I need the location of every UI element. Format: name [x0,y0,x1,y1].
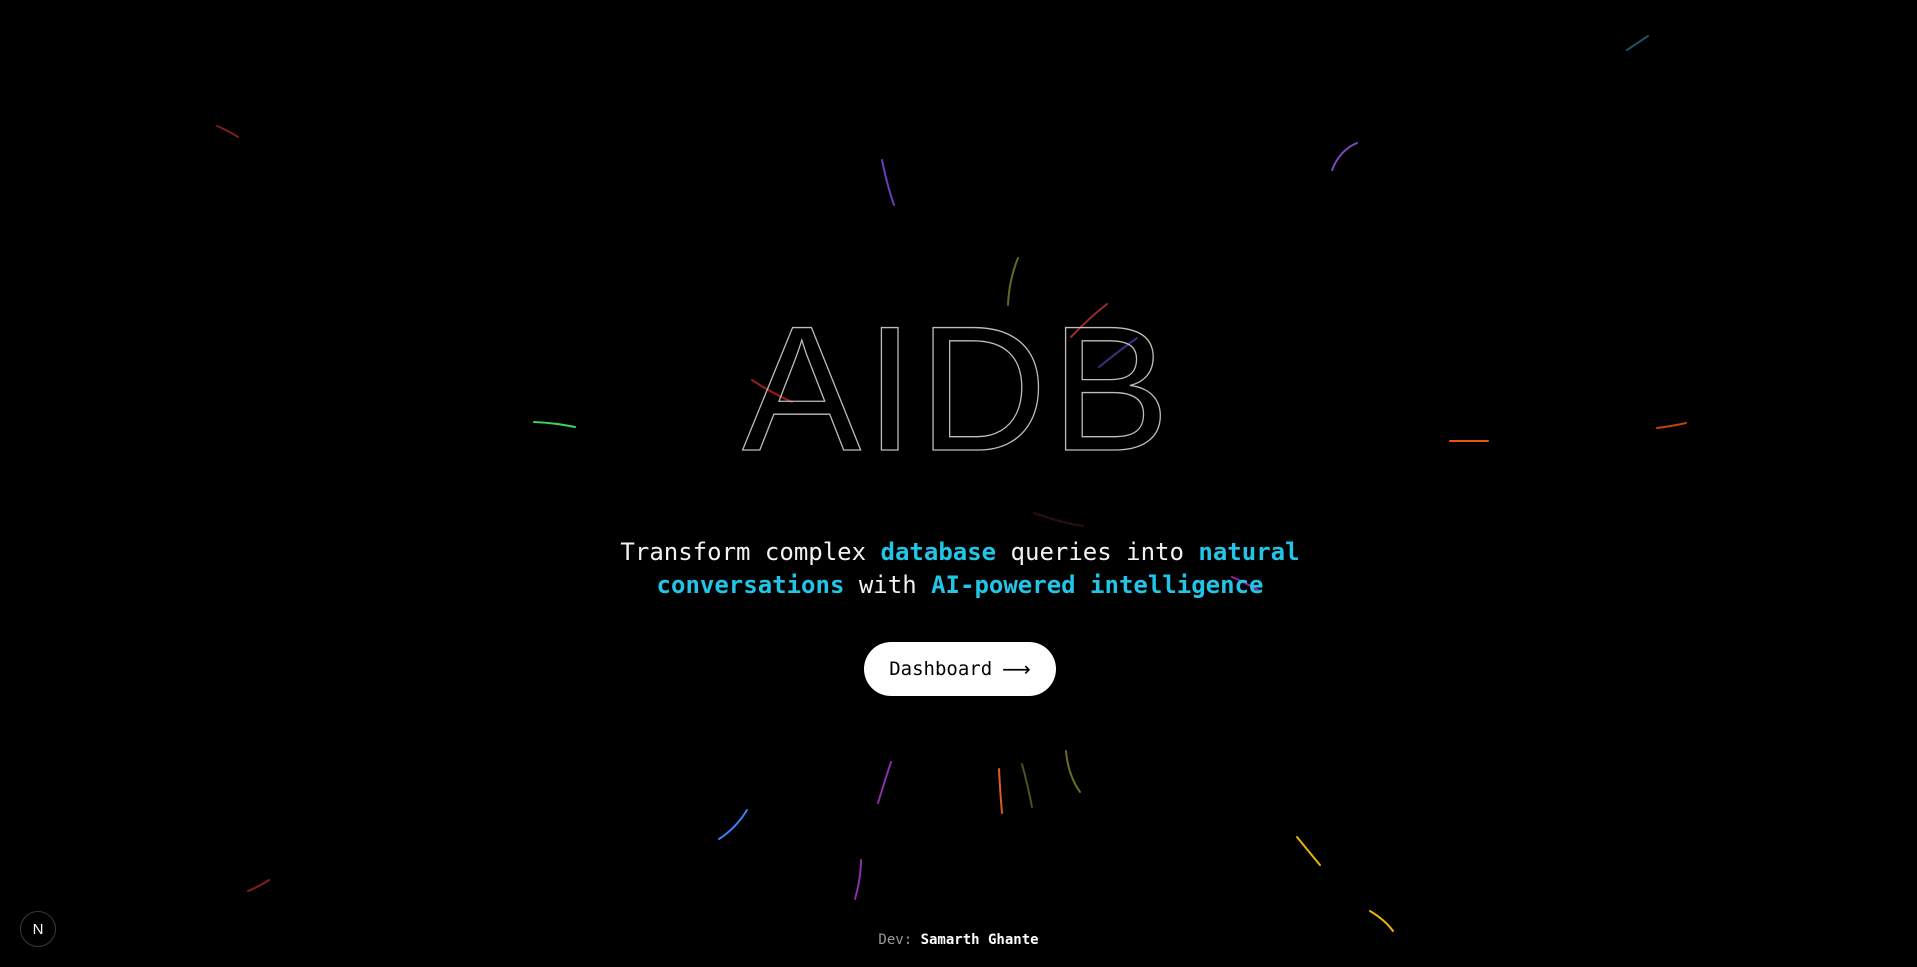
particle-streak [881,159,895,206]
tagline-highlight: conversations [656,571,845,599]
particle-streak [998,768,1003,814]
hero-title-text: AIDB [742,290,1173,480]
developer-credit: Dev: Samarth Ghante [0,932,1917,948]
particle-streak [1033,512,1084,527]
particle-streak [854,859,862,900]
nextjs-dev-badge[interactable]: N [20,911,56,947]
tagline-highlight: AI-powered [931,571,1076,599]
arrow-right-icon: ⟶ [1002,657,1031,681]
particle-streak [718,809,748,840]
particle-streak [1296,836,1321,866]
tagline-highlight: database [880,538,997,566]
particle-streak [1021,763,1033,808]
nextjs-logo-icon: N [33,921,44,938]
particle-streak [247,879,270,892]
hero-tagline: Transform complex database queries into … [560,536,1360,602]
particle-streak [1331,142,1358,171]
tagline-text: with [844,571,932,599]
dashboard-button-label: Dashboard [889,658,993,680]
tagline-highlight: natural [1198,538,1300,566]
dashboard-button[interactable]: Dashboard ⟶ [864,642,1056,696]
tagline-text: Transform complex [620,538,881,566]
particle-streak [1065,750,1081,793]
particle-streak [877,761,892,804]
credit-prefix: Dev: [878,932,913,948]
svg-text:N: N [33,921,44,938]
tagline-highlight: intelligence [1090,571,1264,599]
particle-streak [1369,910,1394,932]
particle-streak [1626,35,1649,51]
credit-name: Samarth Ghante [920,932,1039,948]
hero-title: AIDB [742,290,1173,480]
background-particle-streaks [216,35,1687,932]
particle-streak [216,125,239,138]
tagline-text: queries into [996,538,1199,566]
